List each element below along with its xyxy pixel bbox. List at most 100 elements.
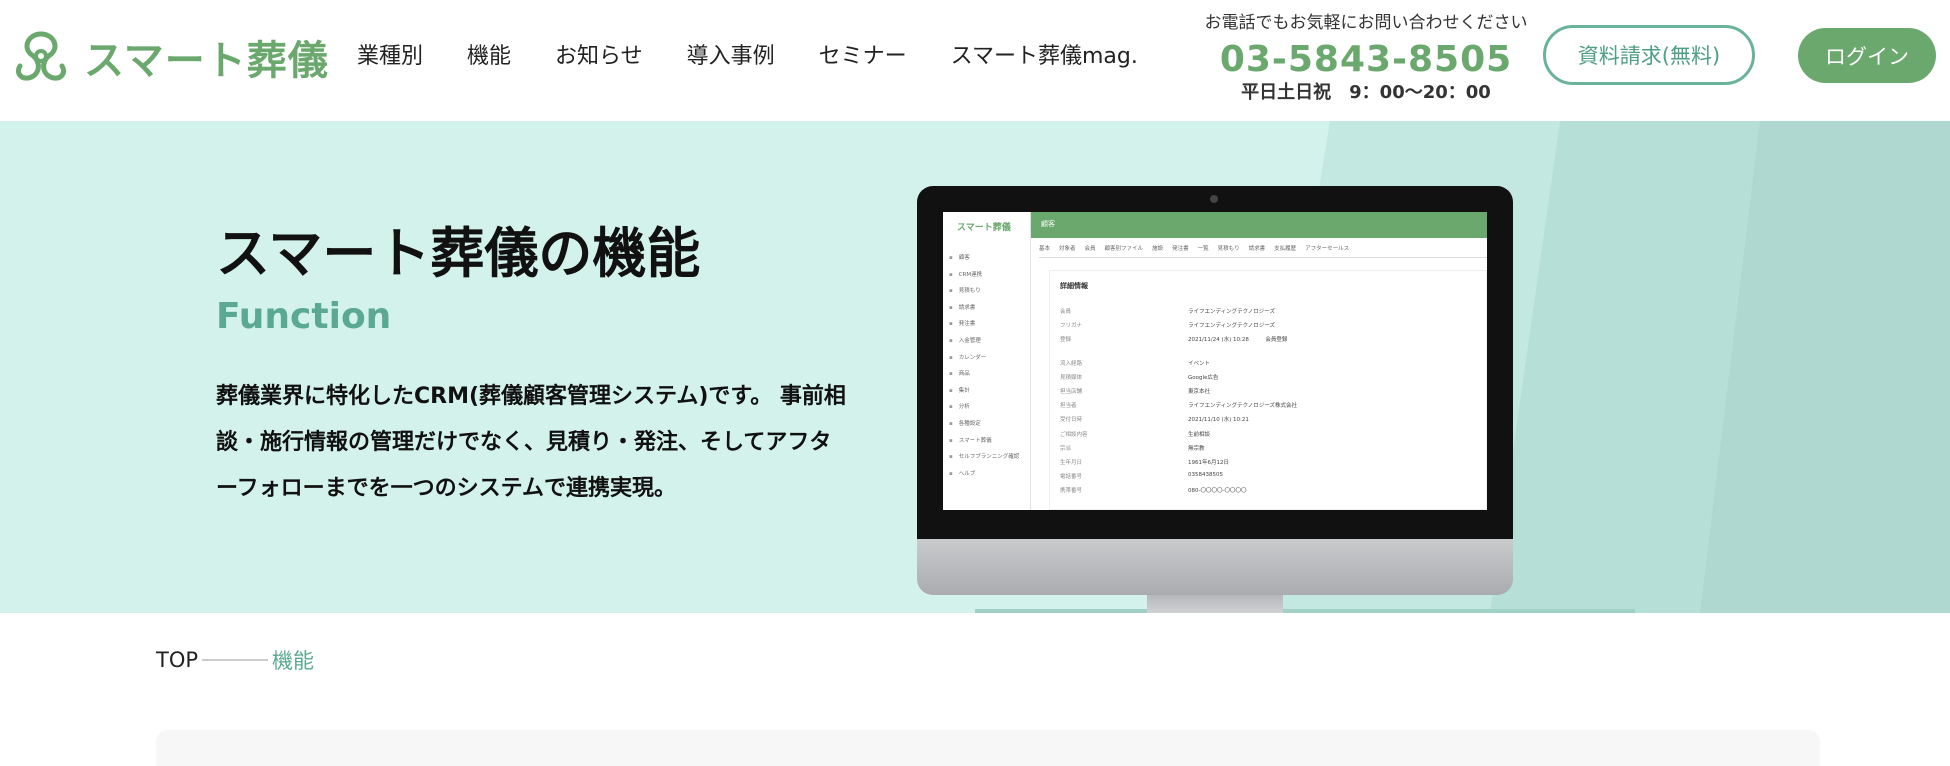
app-menu-item: スマート葬儀 bbox=[949, 433, 1027, 450]
app-menu-item: 分析 bbox=[949, 399, 1027, 416]
table-row: 携帯番号 080-〇〇〇〇-〇〇〇〇 bbox=[1060, 486, 1480, 500]
logo-mark-icon bbox=[15, 31, 67, 81]
row-key: フリガナ bbox=[1060, 323, 1083, 330]
app-tab: 対象者 bbox=[1059, 246, 1076, 252]
row-value: 080-〇〇〇〇-〇〇〇〇 bbox=[1188, 488, 1247, 495]
nav-item-mag[interactable]: スマート葬儀mag. bbox=[951, 38, 1138, 70]
app-topbar: 顧客 bbox=[1031, 212, 1487, 238]
row-gap bbox=[1060, 350, 1480, 359]
app-screenshot: スマート葬儀 顧客 CRM連携 見積もり 請求書 発注書 入金管理 カレンダー … bbox=[943, 212, 1487, 510]
app-tabs: 基本 対象者 会員 顧客別ファイル 施設 発注書 一覧 見積もり 請求書 支払履… bbox=[1039, 244, 1487, 258]
row-key: 見積媒体 bbox=[1060, 374, 1083, 381]
app-sidebar: スマート葬儀 顧客 CRM連携 見積もり 請求書 発注書 入金管理 カレンダー … bbox=[943, 212, 1031, 510]
camera-icon bbox=[1210, 195, 1218, 203]
monitor-bezel: スマート葬儀 顧客 CRM連携 見積もり 請求書 発注書 入金管理 カレンダー … bbox=[917, 186, 1513, 539]
row-key: 担当店舗 bbox=[1060, 388, 1083, 395]
row-value: ライフエンディングテクノロジーズ bbox=[1188, 323, 1276, 330]
app-menu-item: 商品 bbox=[949, 366, 1027, 383]
row-key: ご相談内容 bbox=[1060, 431, 1088, 438]
app-tab: 支払履歴 bbox=[1274, 246, 1297, 252]
row-key: 生年月日 bbox=[1060, 459, 1083, 466]
main-nav: 業種別 機能 お知らせ 導入事例 セミナー スマート葬儀mag. bbox=[357, 38, 1182, 70]
row-value: 東京本社 bbox=[1188, 388, 1211, 395]
row-key: 担当者 bbox=[1060, 403, 1077, 410]
row-value: Google広告 bbox=[1188, 374, 1219, 381]
app-menu-item: 発注書 bbox=[949, 316, 1027, 333]
app-menu-item: 各種設定 bbox=[949, 416, 1027, 433]
nav-item-industry[interactable]: 業種別 bbox=[357, 38, 423, 70]
row-value: 2021/11/10 (水) 10:21 bbox=[1188, 417, 1249, 424]
app-logo: スマート葬儀 bbox=[957, 223, 1011, 233]
app-tab: 見積もり bbox=[1217, 246, 1240, 252]
app-tab: 発注書 bbox=[1172, 246, 1189, 252]
site-logo[interactable]: スマート葬儀 bbox=[10, 26, 329, 88]
nav-item-news[interactable]: お知らせ bbox=[555, 38, 643, 70]
page-subtitle: Function bbox=[216, 296, 392, 337]
app-menu-item: セルフプランニング確認 bbox=[949, 449, 1027, 466]
table-row: フリガナ ライフエンディングテクノロジーズ bbox=[1060, 321, 1480, 335]
table-row: ご相談内容 生前相談 bbox=[1060, 430, 1480, 444]
app-topbar-label: 顧客 bbox=[1041, 220, 1055, 228]
row-value: 無宗教 bbox=[1188, 445, 1205, 452]
app-detail-panel: 詳細情報 会員 ライフエンディングテクノロジーズ フリガナ ライフエンディングテクノ… bbox=[1049, 270, 1487, 510]
request-document-button[interactable]: 資料請求(無料) bbox=[1543, 25, 1755, 85]
table-row: 会員 ライフエンディングテクノロジーズ bbox=[1060, 307, 1480, 321]
row-key: 流入経路 bbox=[1060, 360, 1083, 367]
table-row: 宗派 無宗教 bbox=[1060, 444, 1480, 458]
nav-item-features[interactable]: 機能 bbox=[467, 38, 511, 70]
table-row: 登録 2021/11/24 (水) 10:28 会員登録 bbox=[1060, 335, 1480, 349]
row-value: 0358438505 bbox=[1188, 472, 1223, 479]
login-button[interactable]: ログイン bbox=[1798, 28, 1936, 83]
content-card bbox=[156, 730, 1820, 766]
row-key: 電話番号 bbox=[1060, 474, 1083, 481]
app-detail-rows: 会員 ライフエンディングテクノロジーズ フリガナ ライフエンディングテクノロジーズ … bbox=[1060, 307, 1480, 500]
breadcrumb-separator bbox=[202, 659, 269, 661]
app-menu-item: カレンダー bbox=[949, 350, 1027, 367]
row-value: イベント bbox=[1188, 360, 1211, 367]
row-value: 1961年6月12日 bbox=[1188, 459, 1229, 466]
hero-section: スマート葬儀の機能 Function 葬儀業界に特化したCRM(葬儀顧客管理シス… bbox=[0, 121, 1950, 613]
row-value: ライフエンディングテクノロジーズ bbox=[1188, 309, 1276, 315]
row-value: 生前相談 bbox=[1188, 431, 1211, 438]
monitor-illustration: スマート葬儀 顧客 CRM連携 見積もり 請求書 発注書 入金管理 カレンダー … bbox=[917, 186, 1513, 613]
app-panel-title: 詳細情報 bbox=[1060, 282, 1088, 290]
app-menu-item: 集計 bbox=[949, 383, 1027, 400]
contact-hours: 平日土日祝 9：00〜20：00 bbox=[1241, 82, 1491, 103]
monitor-stand bbox=[1147, 595, 1283, 613]
page-title: スマート葬儀の機能 bbox=[216, 222, 701, 285]
app-menu-item: 顧客 bbox=[949, 250, 1027, 267]
site-header: スマート葬儀 業種別 機能 お知らせ 導入事例 セミナー スマート葬儀mag. … bbox=[0, 0, 1950, 121]
app-tab: 顧客別ファイル bbox=[1104, 246, 1144, 252]
app-tab: 一覧 bbox=[1197, 246, 1209, 252]
table-row: 受付日時 2021/11/10 (水) 10:21 bbox=[1060, 415, 1480, 429]
logo-text: スマート葬儀 bbox=[84, 38, 329, 84]
app-tab: 会員 bbox=[1084, 246, 1096, 252]
table-row: 電話番号 0358438505 bbox=[1060, 472, 1480, 486]
row-key: 携帯番号 bbox=[1060, 488, 1083, 495]
app-tab: 基本 bbox=[1039, 246, 1051, 252]
table-row: 担当者 ライフエンディングテクノロジーズ株式会社 bbox=[1060, 401, 1480, 415]
app-tab: 施設 bbox=[1152, 246, 1164, 252]
table-row: 見積媒体 Google広告 bbox=[1060, 373, 1480, 387]
row-key: 登録 bbox=[1060, 337, 1072, 344]
table-row: 生年月日 1961年6月12日 bbox=[1060, 458, 1480, 472]
row-key: 宗派 bbox=[1060, 445, 1072, 452]
app-menu-item: CRM連携 bbox=[949, 267, 1027, 284]
row-key: 受付日時 bbox=[1060, 417, 1083, 424]
row-value: ライフエンディングテクノロジーズ株式会社 bbox=[1188, 403, 1298, 410]
row-value: 2021/11/24 (水) 10:28 会員登録 bbox=[1188, 337, 1288, 344]
hero-description: 葬儀業界に特化したCRM(葬儀顧客管理システム)です。 事前相談・施行情報の管理… bbox=[216, 384, 846, 501]
app-menu-item: 入金管理 bbox=[949, 333, 1027, 350]
contact-phone[interactable]: 03-5843-8505 bbox=[1196, 39, 1536, 80]
monitor-chin bbox=[917, 539, 1513, 595]
breadcrumb-top-link[interactable]: TOP bbox=[156, 648, 198, 672]
table-row: 担当店舗 東京本社 bbox=[1060, 387, 1480, 401]
contact-block: お電話でもお気軽にお問い合わせください 03-5843-8505 平日土日祝 9… bbox=[1196, 8, 1536, 104]
nav-item-seminar[interactable]: セミナー bbox=[819, 38, 907, 70]
nav-item-cases[interactable]: 導入事例 bbox=[687, 38, 775, 70]
breadcrumb: TOP 機能 bbox=[156, 645, 314, 675]
app-menu-item: 見積もり bbox=[949, 283, 1027, 300]
row-key: 会員 bbox=[1060, 309, 1072, 315]
app-tab: 請求書 bbox=[1248, 246, 1266, 252]
app-tab: アフターセールス bbox=[1305, 246, 1350, 252]
